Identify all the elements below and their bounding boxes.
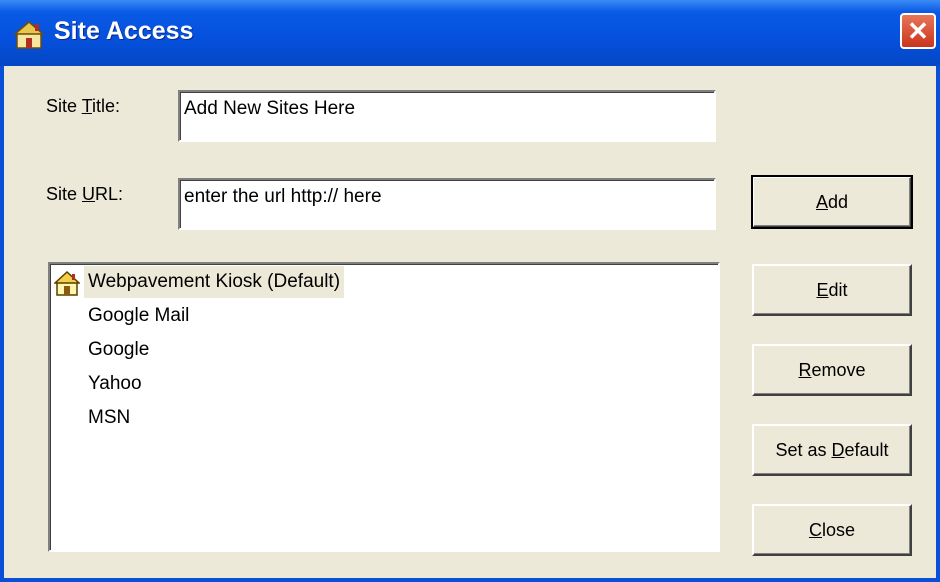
site-access-dialog: Site Access ✕ Site Title: Add New Sites … xyxy=(0,0,940,582)
site-url-label: Site URL: xyxy=(46,184,124,204)
home-icon xyxy=(14,21,44,49)
site-title-label: Site Title: xyxy=(46,96,121,116)
title-bar[interactable]: Site Access ✕ xyxy=(0,0,940,66)
add-button[interactable]: Add xyxy=(751,175,913,229)
close-window-button[interactable]: ✕ xyxy=(900,13,936,49)
site-list[interactable]: Webpavement Kiosk (Default) Google Mail … xyxy=(48,262,720,552)
list-item-label: Google xyxy=(88,339,150,360)
list-item-label: Webpavement Kiosk (Default) xyxy=(84,266,345,298)
list-item[interactable]: Google xyxy=(50,334,710,366)
list-item-label: MSN xyxy=(88,407,131,428)
edit-button[interactable]: Edit xyxy=(752,264,912,316)
list-item[interactable]: MSN xyxy=(50,402,710,434)
list-item-label: Google Mail xyxy=(88,305,190,326)
list-item[interactable]: Google Mail xyxy=(50,300,710,332)
close-icon: ✕ xyxy=(907,16,929,46)
site-title-input[interactable]: Add New Sites Here xyxy=(178,90,716,142)
close-button[interactable]: Close xyxy=(752,504,912,556)
site-url-input[interactable]: enter the url http:// here xyxy=(178,178,716,230)
list-item[interactable]: Yahoo xyxy=(50,368,710,400)
remove-button[interactable]: Remove xyxy=(752,344,912,396)
set-as-default-button[interactable]: Set as Default xyxy=(752,424,912,476)
list-item-label: Yahoo xyxy=(88,373,142,394)
home-icon xyxy=(54,270,80,296)
list-item-default[interactable]: Webpavement Kiosk (Default) xyxy=(50,266,710,298)
window-title: Site Access xyxy=(54,17,194,45)
